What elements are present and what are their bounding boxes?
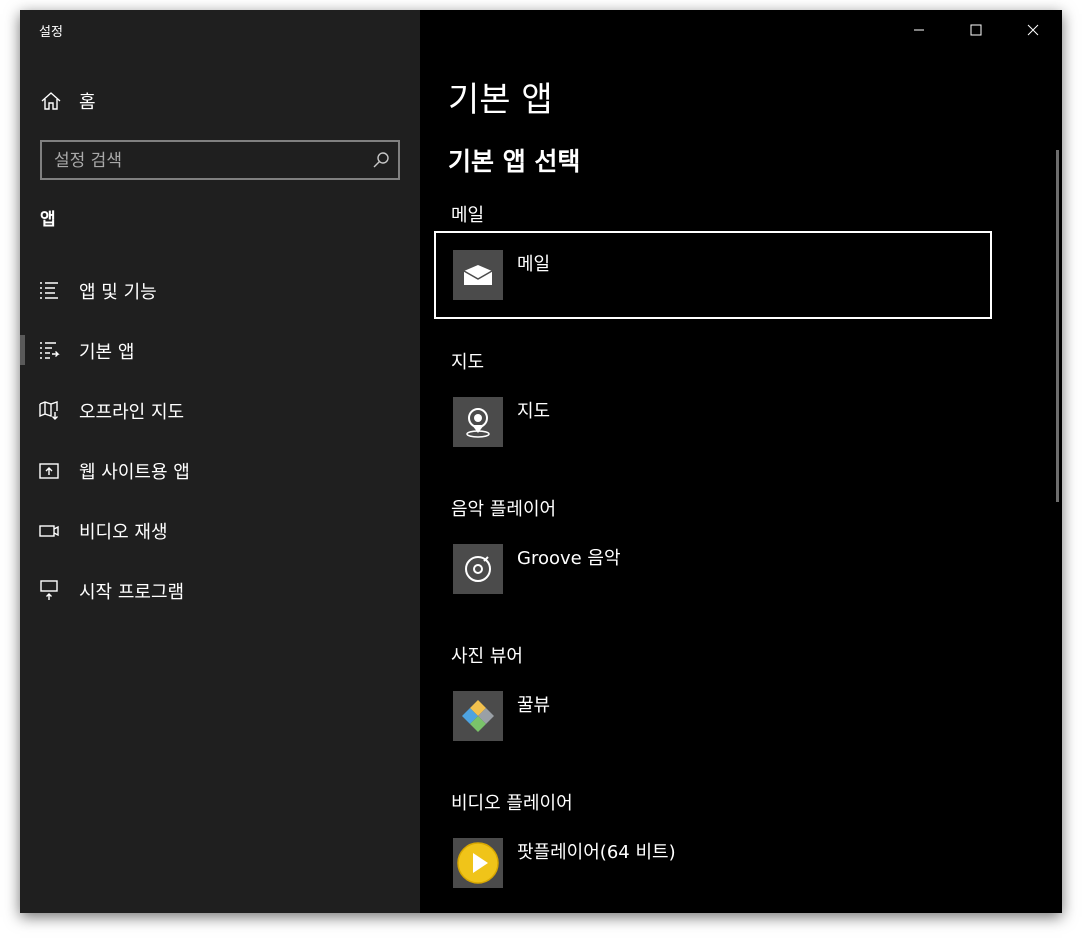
potplayer-icon <box>457 842 499 884</box>
search-box[interactable] <box>40 140 400 180</box>
default-photo-viewer-app-button[interactable]: 꿀뷰 <box>434 672 992 760</box>
map-pin-icon <box>466 408 490 438</box>
close-button[interactable] <box>1005 10 1061 50</box>
maximize-icon <box>970 24 982 36</box>
home-nav-item[interactable]: 홈 <box>20 80 420 120</box>
settings-window: 설정 홈 앱 <box>20 10 1062 913</box>
minimize-icon <box>914 29 924 31</box>
default-apps-icon <box>38 339 60 361</box>
sidebar-item-label: 앱 및 기능 <box>79 282 157 303</box>
sidebar-item-label: 시작 프로그램 <box>79 582 185 603</box>
app-tile <box>453 250 503 300</box>
sidebar: 설정 홈 앱 <box>20 10 420 913</box>
app-tile <box>453 838 503 888</box>
sidebar-item-label: 비디오 재생 <box>79 522 168 543</box>
scrollbar[interactable] <box>1056 150 1059 502</box>
app-tile <box>453 397 503 447</box>
home-icon <box>40 90 62 112</box>
search-icon[interactable] <box>372 151 390 169</box>
app-name: 팟플레이어(64 비트) <box>517 842 676 863</box>
section-subtitle: 기본 앱 선택 <box>448 147 581 176</box>
honeyview-icon <box>462 700 494 732</box>
close-icon <box>1027 24 1039 36</box>
main-content: 기본 앱 기본 앱 선택 메일 메일 지도 지도 음악 플레이어 Groove … <box>420 10 1062 913</box>
offline-map-icon <box>38 399 60 421</box>
app-name: 꿀뷰 <box>517 695 551 716</box>
default-maps-app-button[interactable]: 지도 <box>434 378 992 466</box>
home-label: 홈 <box>79 92 96 113</box>
category-label-music-player: 음악 플레이어 <box>451 499 557 520</box>
category-label-mail: 메일 <box>451 205 485 226</box>
maximize-button[interactable] <box>948 10 1004 50</box>
sidebar-item-label: 웹 사이트용 앱 <box>79 462 190 483</box>
category-label-photo-viewer: 사진 뷰어 <box>451 646 523 667</box>
sidebar-item-label: 기본 앱 <box>79 342 135 363</box>
category-label-video-player: 비디오 플레이어 <box>451 793 573 814</box>
default-video-player-app-button[interactable]: 팟플레이어(64 비트) <box>434 819 992 907</box>
startup-icon <box>38 579 60 601</box>
groove-music-icon <box>465 556 491 582</box>
sidebar-item-offline-maps[interactable]: 오프라인 지도 <box>20 387 420 433</box>
sidebar-item-apps-features[interactable]: 앱 및 기능 <box>20 267 420 313</box>
sidebar-item-label: 오프라인 지도 <box>79 402 185 423</box>
page-title: 기본 앱 <box>448 80 553 120</box>
default-mail-app-button[interactable]: 메일 <box>434 231 992 319</box>
app-name: 지도 <box>517 401 551 422</box>
web-app-icon <box>38 459 60 481</box>
sidebar-item-video-playback[interactable]: 비디오 재생 <box>20 507 420 553</box>
sidebar-item-apps-for-websites[interactable]: 웹 사이트용 앱 <box>20 447 420 493</box>
app-tile <box>453 691 503 741</box>
app-tile <box>453 544 503 594</box>
sidebar-item-default-apps[interactable]: 기본 앱 <box>20 327 420 373</box>
section-label: 앱 <box>40 210 56 230</box>
mail-icon <box>463 265 493 285</box>
default-music-app-button[interactable]: Groove 음악 <box>434 525 992 613</box>
list-icon <box>38 279 60 301</box>
video-camera-icon <box>38 519 60 541</box>
sidebar-item-startup[interactable]: 시작 프로그램 <box>20 567 420 613</box>
app-name: 메일 <box>517 254 551 275</box>
app-name: Groove 음악 <box>517 548 621 569</box>
app-title: 설정 <box>39 25 63 40</box>
search-input[interactable] <box>52 142 366 180</box>
minimize-button[interactable] <box>891 10 947 50</box>
category-label-maps: 지도 <box>451 352 485 373</box>
